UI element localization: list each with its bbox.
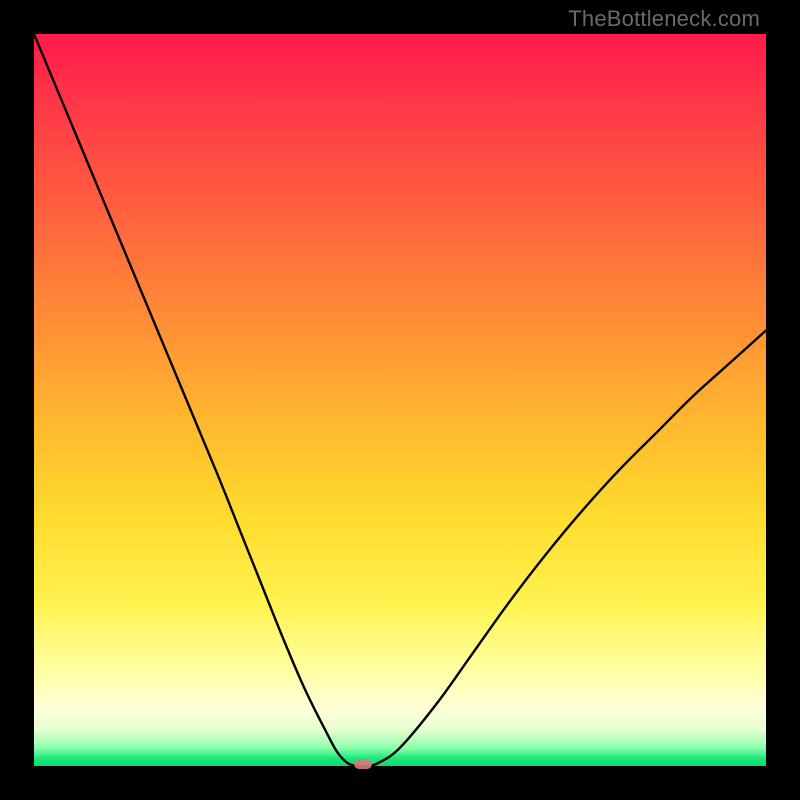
chart-frame: TheBottleneck.com <box>0 0 800 800</box>
curve-svg <box>34 34 766 766</box>
bottleneck-curve <box>34 34 766 766</box>
watermark-label: TheBottleneck.com <box>568 6 760 32</box>
min-marker <box>354 759 372 769</box>
plot-area <box>34 34 766 766</box>
